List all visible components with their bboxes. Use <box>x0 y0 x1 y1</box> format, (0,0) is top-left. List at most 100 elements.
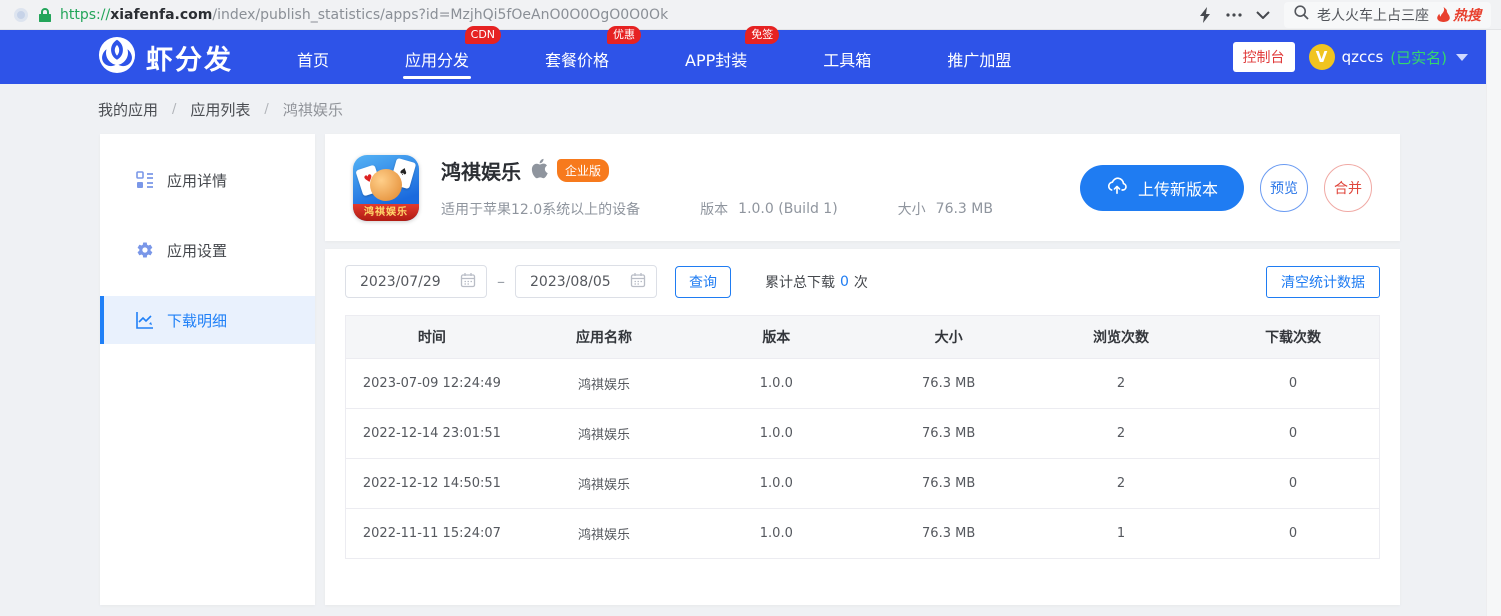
table-header-row: 时间 应用名称 版本 大小 浏览次数 下载次数 <box>346 316 1380 359</box>
collapse-chevron-icon[interactable] <box>1256 11 1270 19</box>
cell-size: 76.3 MB <box>862 459 1034 509</box>
mascot-icon <box>370 169 402 201</box>
console-button[interactable]: 控制台 <box>1233 42 1295 72</box>
user-menu[interactable]: V qzccs (已实名) <box>1309 44 1468 70</box>
table-row: 2022-12-12 14:50:51 鸿祺娱乐 1.0.0 76.3 MB 2… <box>346 459 1380 509</box>
col-header-views: 浏览次数 <box>1035 316 1207 359</box>
cell-time: 2023-07-09 12:24:49 <box>346 359 518 409</box>
browser-search-box[interactable]: 老人火车上占三座 热搜 <box>1284 2 1491 28</box>
cell-size: 76.3 MB <box>862 509 1034 559</box>
preview-button[interactable]: 预览 <box>1260 164 1308 212</box>
query-button[interactable]: 查询 <box>675 266 731 298</box>
verified-status: (已实名) <box>1390 47 1447 68</box>
app-icon: ♥ ♠ 鸿祺娱乐 <box>353 155 419 221</box>
cloud-upload-icon <box>1106 175 1128 200</box>
padlock-icon[interactable] <box>38 7 52 23</box>
discount-badge: 优惠 <box>607 26 641 44</box>
nav-item-pricing[interactable]: 套餐价格优惠 <box>543 32 611 83</box>
cell-downloads: 0 <box>1207 409 1379 459</box>
breadcrumb-app-list[interactable]: 应用列表 <box>190 99 250 120</box>
url-path: /index/publish_statistics/apps?id=MzjhQi… <box>212 7 668 23</box>
sidebar-item-app-settings[interactable]: 应用设置 <box>100 226 315 274</box>
cell-size: 76.3 MB <box>862 409 1034 459</box>
cell-views: 2 <box>1035 359 1207 409</box>
hot-label: 热搜 <box>1453 5 1481 25</box>
cell-app-name: 鸿祺娱乐 <box>518 459 690 509</box>
cell-downloads: 0 <box>1207 509 1379 559</box>
flame-icon <box>1437 7 1450 22</box>
main-menu: 首页 应用分发CDN 套餐价格优惠 APP封装免签 工具箱 推广加盟 <box>295 32 1013 83</box>
breadcrumb-current: 鸿祺娱乐 <box>283 99 343 120</box>
brand-name: 虾分发 <box>146 38 233 77</box>
nav-item-toolbox[interactable]: 工具箱 <box>821 32 873 83</box>
nav-item-home[interactable]: 首页 <box>295 32 331 83</box>
lightning-icon[interactable] <box>1199 7 1212 23</box>
apple-icon <box>530 158 548 183</box>
chevron-down-icon <box>1456 54 1468 61</box>
app-icon-caption: 鸿祺娱乐 <box>353 204 419 221</box>
url-domain: xiafenfa.com <box>110 7 212 23</box>
version-value: 1.0.0 (Build 1) <box>738 201 838 217</box>
tab-loading-dot-icon <box>14 8 28 22</box>
hot-search-badge: 热搜 <box>1437 5 1481 25</box>
total-downloads-text: 累计总下载 0 次 <box>765 272 868 292</box>
breadcrumb: 我的应用 / 应用列表 / 鸿祺娱乐 <box>0 84 1486 134</box>
cell-views: 2 <box>1035 409 1207 459</box>
username: qzccs <box>1342 48 1384 66</box>
cell-size: 76.3 MB <box>862 359 1034 409</box>
table-row: 2022-12-14 23:01:51 鸿祺娱乐 1.0.0 76.3 MB 2… <box>346 409 1380 459</box>
sidebar-item-download-details[interactable]: 下载明细 <box>100 296 315 344</box>
cell-views: 1 <box>1035 509 1207 559</box>
edition-badge: 企业版 <box>557 159 609 182</box>
shrimp-logo-icon <box>98 36 136 78</box>
date-to-input[interactable]: 2023/08/05 <box>515 265 657 298</box>
top-navbar: 虾分发 首页 应用分发CDN 套餐价格优惠 APP封装免签 工具箱 推广加盟 控… <box>0 30 1486 84</box>
col-header-time: 时间 <box>346 316 518 359</box>
statistics-card: 2023/07/29 – 2023/08/05 查询 累计总下载 0 次 清空统… <box>325 249 1400 605</box>
sidebar: 应用详情 应用设置 下载明细 <box>100 134 315 605</box>
col-header-downloads: 下载次数 <box>1207 316 1379 359</box>
size-value: 76.3 MB <box>936 201 993 217</box>
grid-icon <box>136 171 154 189</box>
cdn-badge: CDN <box>465 26 501 44</box>
more-menu-icon[interactable] <box>1226 13 1242 17</box>
signfree-badge: 免签 <box>745 26 779 44</box>
cell-app-name: 鸿祺娱乐 <box>518 409 690 459</box>
table-row: 2022-11-11 15:24:07 鸿祺娱乐 1.0.0 76.3 MB 1… <box>346 509 1380 559</box>
date-from-input[interactable]: 2023/07/29 <box>345 265 487 298</box>
cell-downloads: 0 <box>1207 459 1379 509</box>
cell-time: 2022-12-12 14:50:51 <box>346 459 518 509</box>
breadcrumb-separator: / <box>264 102 268 117</box>
hot-search-text: 老人火车上占三座 <box>1317 5 1429 25</box>
nav-item-app-distribution[interactable]: 应用分发CDN <box>403 32 471 83</box>
chart-icon <box>136 311 154 329</box>
cell-views: 2 <box>1035 459 1207 509</box>
calendar-icon <box>630 272 646 292</box>
date-range-separator: – <box>497 272 505 291</box>
nav-item-affiliate[interactable]: 推广加盟 <box>945 32 1013 83</box>
merge-button[interactable]: 合并 <box>1324 164 1372 212</box>
clear-statistics-button[interactable]: 清空统计数据 <box>1266 266 1380 298</box>
browser-scrollbar[interactable] <box>1486 30 1501 616</box>
size-label: 大小 <box>898 199 926 219</box>
cell-version: 1.0.0 <box>690 509 862 559</box>
cell-time: 2022-12-14 23:01:51 <box>346 409 518 459</box>
total-downloads-value: 0 <box>840 274 849 290</box>
brand-logo[interactable]: 虾分发 <box>98 36 233 78</box>
upload-new-version-button[interactable]: 上传新版本 <box>1080 165 1244 211</box>
filter-row: 2023/07/29 – 2023/08/05 查询 累计总下载 0 次 清空统… <box>345 265 1380 298</box>
gear-icon <box>136 241 154 259</box>
url-scheme: https:// <box>60 7 110 23</box>
cell-downloads: 0 <box>1207 359 1379 409</box>
app-name: 鸿祺娱乐 <box>441 156 521 185</box>
cell-version: 1.0.0 <box>690 409 862 459</box>
sidebar-item-app-details[interactable]: 应用详情 <box>100 156 315 204</box>
app-info-card: ♥ ♠ 鸿祺娱乐 鸿祺娱乐 企业版 适用于苹果12.0系统以上的设备 版本 1.… <box>325 134 1400 241</box>
address-bar[interactable]: https://xiafenfa.com/index/publish_stati… <box>60 7 668 23</box>
nav-item-app-packaging[interactable]: APP封装免签 <box>683 32 749 83</box>
calendar-icon <box>460 272 476 292</box>
col-header-size: 大小 <box>862 316 1034 359</box>
breadcrumb-my-apps[interactable]: 我的应用 <box>98 99 158 120</box>
col-header-app-name: 应用名称 <box>518 316 690 359</box>
cell-version: 1.0.0 <box>690 359 862 409</box>
